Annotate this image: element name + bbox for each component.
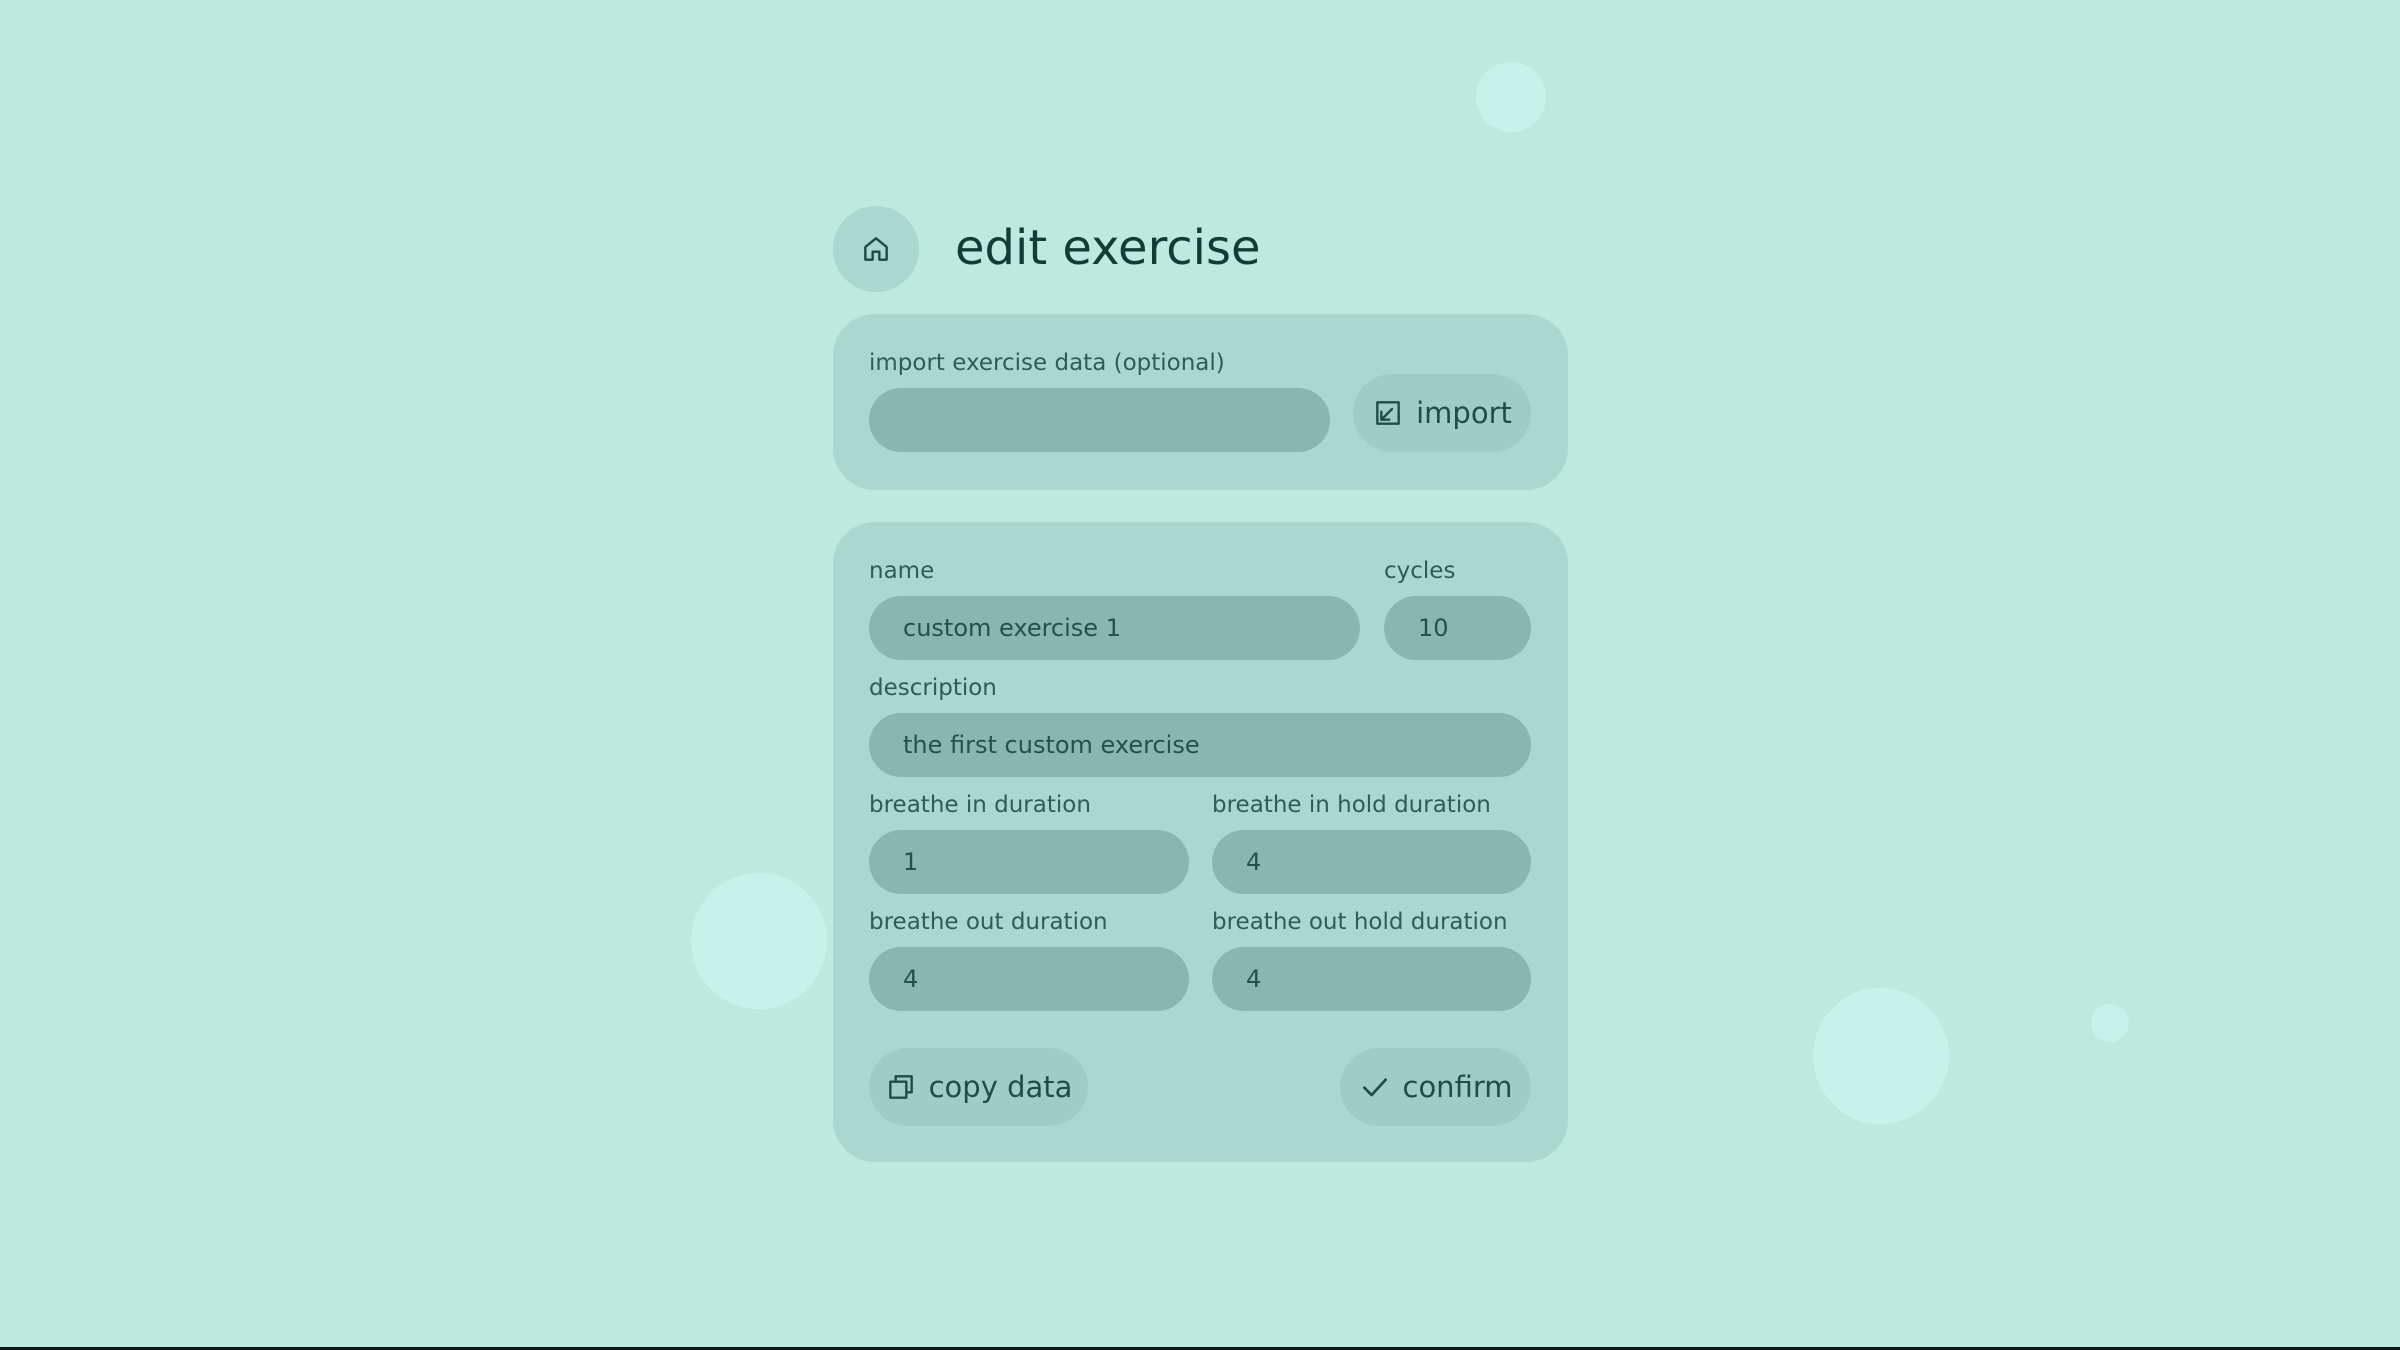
check-icon: [1359, 1071, 1391, 1103]
copy-data-button[interactable]: copy data: [869, 1048, 1088, 1126]
exercise-form-card: name cycles description breathe in durat…: [833, 522, 1568, 1162]
breathe-out-hold-label: breathe out hold duration: [1212, 909, 1508, 935]
breathe-out-label: breathe out duration: [869, 909, 1108, 935]
confirm-label: confirm: [1402, 1070, 1513, 1104]
cycles-label: cycles: [1384, 558, 1456, 584]
name-label: name: [869, 558, 935, 584]
import-label: import exercise data (optional): [869, 350, 1225, 376]
cycles-input[interactable]: [1384, 596, 1531, 660]
import-card: import exercise data (optional) import: [833, 314, 1568, 490]
breathe-out-hold-input[interactable]: [1212, 947, 1531, 1011]
decorative-bubble: [1813, 988, 1949, 1124]
decorative-bubble: [2091, 1004, 2129, 1042]
breathe-in-input[interactable]: [869, 830, 1189, 894]
import-button[interactable]: import: [1353, 374, 1531, 452]
description-input[interactable]: [869, 713, 1531, 777]
decorative-bubble: [1476, 62, 1546, 132]
import-input[interactable]: [869, 388, 1330, 452]
name-input[interactable]: [869, 596, 1360, 660]
copy-icon: [885, 1071, 917, 1103]
description-label: description: [869, 675, 997, 701]
page-title: edit exercise: [955, 220, 1261, 276]
import-button-label: import: [1416, 396, 1512, 430]
breathe-out-input[interactable]: [869, 947, 1189, 1011]
confirm-button[interactable]: confirm: [1340, 1048, 1531, 1126]
decorative-bubble: [691, 873, 827, 1009]
copy-data-label: copy data: [928, 1070, 1073, 1104]
home-icon: [860, 233, 892, 265]
breathe-in-label: breathe in duration: [869, 792, 1091, 818]
import-arrow-icon: [1372, 397, 1404, 429]
breathe-in-hold-label: breathe in hold duration: [1212, 792, 1491, 818]
home-button[interactable]: [833, 206, 919, 292]
breathe-in-hold-input[interactable]: [1212, 830, 1531, 894]
